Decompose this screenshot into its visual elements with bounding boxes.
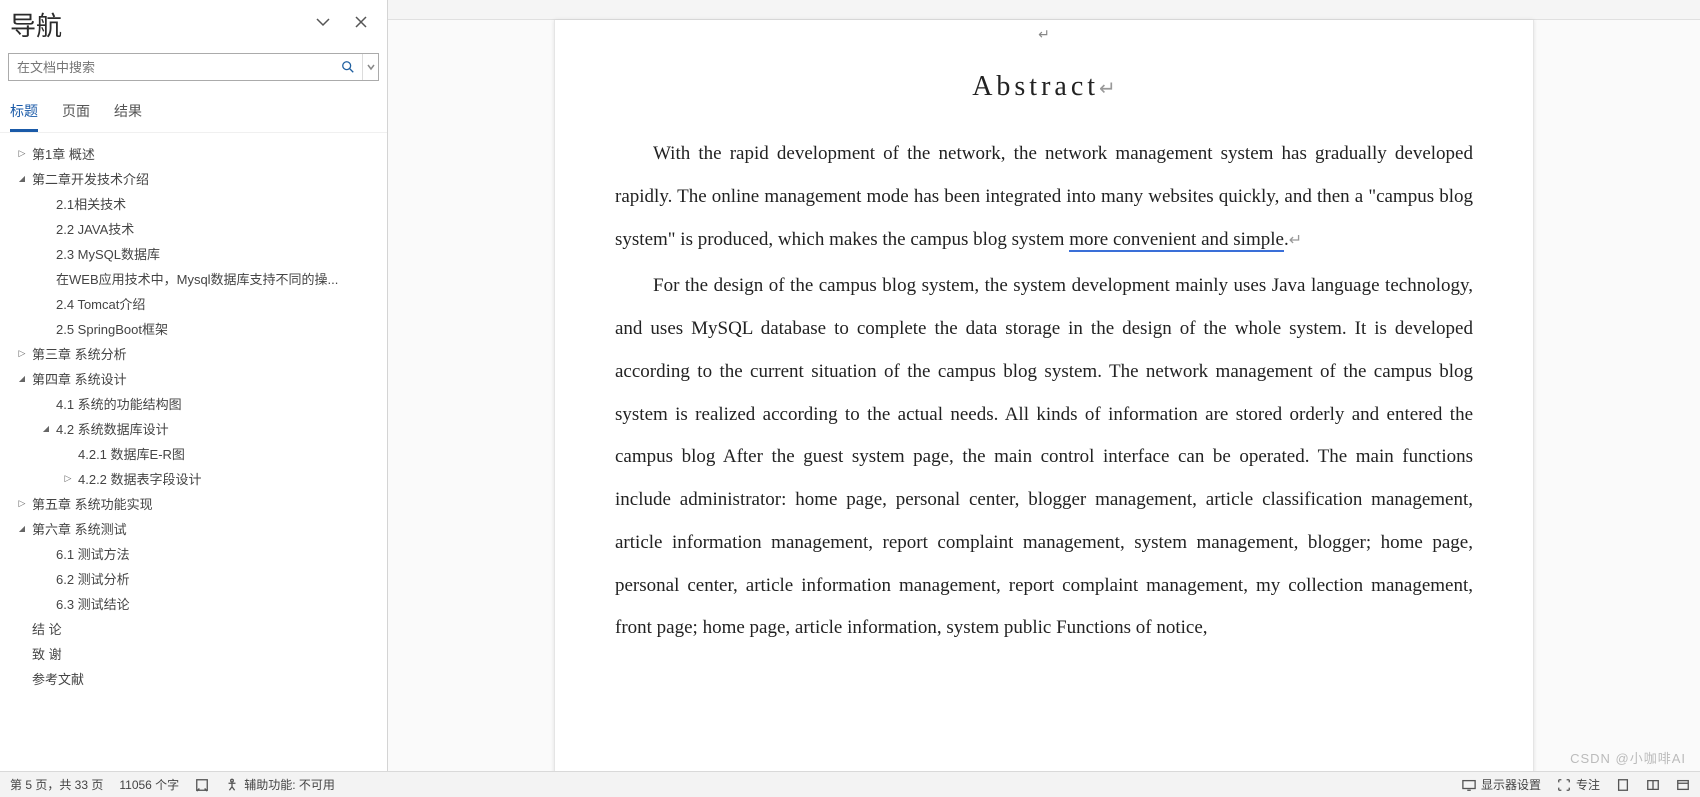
outline-item-label: 参考文献	[32, 669, 84, 688]
outline-item[interactable]: 致 谢	[4, 641, 383, 666]
outline-item-label: 2.5 SpringBoot框架	[56, 319, 168, 338]
search-box[interactable]	[8, 53, 379, 81]
outline-item[interactable]: 第四章 系统设计	[4, 366, 383, 391]
navigation-pane: 导航 标题 页面 结果 第1章 概述第二章开发技术介绍 2.1相关技术 2.2 JA…	[0, 0, 388, 797]
outline-item-label: 2.4 Tomcat介绍	[56, 294, 145, 313]
view-web-layout-icon[interactable]	[1676, 778, 1690, 792]
outline-item[interactable]: 第五章 系统功能实现	[4, 491, 383, 516]
outline-item-label: 2.3 MySQL数据库	[56, 244, 160, 263]
nav-close-icon[interactable]	[353, 14, 369, 35]
outline-item-label: 4.2 系统数据库设计	[56, 419, 169, 438]
outline-item[interactable]: 2.2 JAVA技术	[4, 216, 383, 241]
outline-item[interactable]: 第二章开发技术介绍	[4, 166, 383, 191]
status-accessibility[interactable]: 辅助功能: 不可用	[225, 776, 335, 793]
outline-item-label: 6.2 测试分析	[56, 569, 130, 588]
tree-arrow-icon[interactable]	[62, 473, 74, 484]
outline-item-label: 2.1相关技术	[56, 194, 126, 213]
view-print-layout-icon[interactable]	[1616, 778, 1630, 792]
outline-item[interactable]: 6.3 测试结论	[4, 591, 383, 616]
outline-item-label: 2.2 JAVA技术	[56, 219, 134, 238]
outline-item[interactable]: 6.1 测试方法	[4, 541, 383, 566]
outline-item-label: 6.1 测试方法	[56, 544, 130, 563]
search-input[interactable]	[9, 54, 334, 80]
para-mark-icon: ↵	[615, 20, 1473, 43]
tree-arrow-icon[interactable]	[40, 424, 52, 433]
outline-item-label: 第二章开发技术介绍	[32, 169, 149, 188]
document-page: ↵ Abstract↵ With the rapid development o…	[554, 20, 1534, 797]
outline-item[interactable]: 6.2 测试分析	[4, 566, 383, 591]
search-icon[interactable]	[334, 54, 362, 80]
tree-arrow-icon[interactable]	[16, 174, 28, 183]
tree-arrow-icon[interactable]	[16, 524, 28, 533]
outline-item[interactable]: 4.2.2 数据表字段设计	[4, 466, 383, 491]
abstract-para-1: With the rapid development of the networ…	[615, 133, 1473, 261]
outline-item-label: 4.2.2 数据表字段设计	[78, 469, 202, 488]
outline-item-label: 第五章 系统功能实现	[32, 494, 153, 513]
outline-item-label: 第三章 系统分析	[32, 344, 127, 363]
grammar-underline[interactable]: more convenient and simple	[1069, 229, 1284, 252]
nav-tabs: 标题 页面 结果	[0, 87, 387, 133]
nav-collapse-icon[interactable]	[315, 14, 331, 35]
outline-item[interactable]: 第1章 概述	[4, 141, 383, 166]
status-page-info[interactable]: 第 5 页，共 33 页	[10, 776, 103, 793]
status-word-count[interactable]: 11056 个字	[119, 776, 179, 793]
status-focus[interactable]: 专注	[1557, 776, 1600, 793]
document-area[interactable]: ↵ Abstract↵ With the rapid development o…	[388, 0, 1700, 797]
status-bar: 第 5 页，共 33 页 11056 个字 辅助功能: 不可用 显示器设置 专注	[0, 771, 1700, 797]
abstract-para-2: For the design of the campus blog system…	[615, 265, 1473, 650]
tree-arrow-icon[interactable]	[16, 374, 28, 383]
outline-item[interactable]: 结 论	[4, 616, 383, 641]
outline-tree[interactable]: 第1章 概述第二章开发技术介绍 2.1相关技术 2.2 JAVA技术 2.3 MySQ…	[0, 133, 387, 767]
status-display-settings[interactable]: 显示器设置	[1462, 776, 1541, 793]
outline-item[interactable]: 4.2 系统数据库设计	[4, 416, 383, 441]
tree-arrow-icon[interactable]	[16, 348, 28, 359]
status-proofing-icon[interactable]	[195, 778, 209, 792]
tab-results[interactable]: 结果	[114, 101, 142, 132]
watermark: CSDN @小咖啡AI	[1570, 748, 1686, 767]
outline-item[interactable]: 2.3 MySQL数据库	[4, 241, 383, 266]
outline-item[interactable]: 在WEB应用技术中，Mysql数据库支持不同的操...	[4, 266, 383, 291]
tab-headings[interactable]: 标题	[10, 101, 38, 132]
outline-item[interactable]: 2.4 Tomcat介绍	[4, 291, 383, 316]
outline-item-label: 4.1 系统的功能结构图	[56, 394, 182, 413]
outline-item[interactable]: 第六章 系统测试	[4, 516, 383, 541]
outline-item-label: 第1章 概述	[32, 144, 95, 163]
tab-pages[interactable]: 页面	[62, 101, 90, 132]
outline-item-label: 4.2.1 数据库E-R图	[78, 444, 185, 463]
outline-item-label: 第四章 系统设计	[32, 369, 127, 388]
outline-item-label: 结 论	[32, 619, 62, 638]
ruler	[388, 0, 1700, 20]
tree-arrow-icon[interactable]	[16, 498, 28, 509]
outline-item[interactable]: 参考文献	[4, 666, 383, 691]
outline-item-label: 6.3 测试结论	[56, 594, 130, 613]
tree-arrow-icon[interactable]	[16, 148, 28, 159]
outline-item-label: 第六章 系统测试	[32, 519, 127, 538]
outline-item[interactable]: 2.5 SpringBoot框架	[4, 316, 383, 341]
outline-item-label: 致 谢	[32, 644, 62, 663]
outline-item[interactable]: 2.1相关技术	[4, 191, 383, 216]
nav-title: 导航	[10, 6, 62, 43]
abstract-heading: Abstract↵	[615, 43, 1473, 133]
search-dropdown-icon[interactable]	[362, 54, 378, 80]
outline-item-label: 在WEB应用技术中，Mysql数据库支持不同的操...	[56, 269, 338, 288]
outline-item[interactable]: 第三章 系统分析	[4, 341, 383, 366]
outline-item[interactable]: 4.2.1 数据库E-R图	[4, 441, 383, 466]
outline-item[interactable]: 4.1 系统的功能结构图	[4, 391, 383, 416]
view-read-mode-icon[interactable]	[1646, 778, 1660, 792]
